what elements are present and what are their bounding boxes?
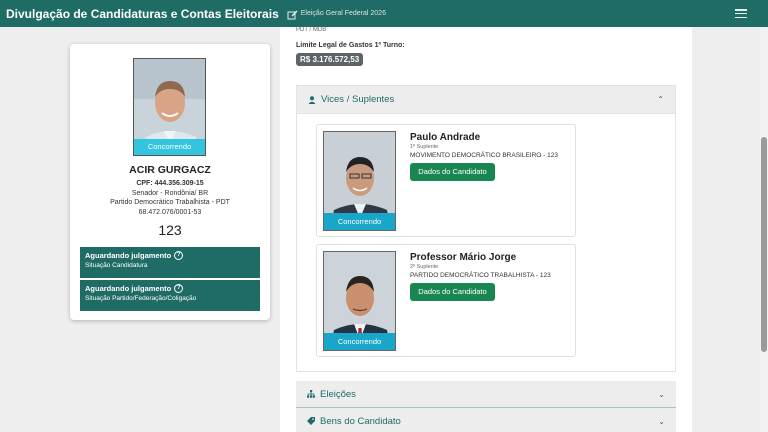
help-icon[interactable]: ?: [174, 284, 184, 293]
candidate-cnpj: 68.472.076/0001-53: [138, 209, 202, 216]
suplente-name: Paulo Andrade: [410, 132, 481, 143]
candidate-details-button[interactable]: Dados do Candidato: [410, 283, 495, 301]
photo-status-label: Concorrendo: [324, 333, 395, 350]
assets-section: Bens do Candidato ⌄: [296, 408, 676, 432]
spending-limit-label: Limite Legal de Gastos 1º Turno:: [296, 42, 405, 49]
status-subtitle: Situação Partido/Federação/Coligação: [85, 295, 197, 302]
vices-section-title: Vices / Suplentes: [321, 94, 395, 105]
elections-section-title: Eleições: [320, 388, 356, 400]
photo-status-label: Concorrendo: [134, 139, 205, 155]
suplente-party: PARTIDO DEMOCRÁTICO TRABALHISTA - 123: [410, 272, 551, 279]
assets-section-title: Bens do Candidato: [320, 415, 401, 427]
vices-section: Vices / Suplentes ⌃ Concorrendo Paulo An…: [296, 85, 676, 372]
suplente-order: 1º Suplente: [410, 144, 439, 150]
suplente-name: Professor Mário Jorge: [410, 252, 517, 263]
chevron-down-icon[interactable]: ⌄: [658, 417, 665, 426]
candidate-party: Partido Democrático Trabalhista - PDT: [110, 199, 230, 206]
status-title: Aguardando julgamento: [85, 284, 172, 293]
election-name[interactable]: Eleição Geral Federal 2026: [301, 10, 386, 17]
party-status-box: Aguardando julgamento? Situação Partido/…: [80, 280, 260, 311]
status-subtitle: Situação Candidatura: [85, 262, 148, 269]
person-icon: [308, 95, 316, 104]
app-title[interactable]: Divulgação de Candidaturas e Contas Elei…: [6, 7, 279, 21]
suplente-photo: Concorrendo: [323, 131, 396, 231]
candidate-card: Concorrendo ACIR GURGACZ CPF: 444.356.30…: [70, 44, 270, 320]
suplente-card: Concorrendo Professor Mário Jorge 2º Sup…: [316, 244, 576, 357]
scrollbar[interactable]: [760, 27, 768, 432]
candidate-details-button[interactable]: Dados do Candidato: [410, 163, 495, 181]
elections-section: Eleições ⌄: [296, 381, 676, 409]
main-panel: PDT / MDB Limite Legal de Gastos 1º Turn…: [280, 27, 692, 432]
candidate-photo: Concorrendo: [133, 58, 206, 156]
coalition-text: PDT / MDB: [296, 27, 327, 33]
suplente-photo: Concorrendo: [323, 251, 396, 351]
help-icon[interactable]: ?: [174, 251, 184, 260]
candidacy-status-box: Aguardando julgamento? Situação Candidat…: [80, 247, 260, 278]
assets-section-header[interactable]: Bens do Candidato ⌄: [296, 408, 676, 432]
vices-section-header[interactable]: Vices / Suplentes ⌃: [297, 86, 675, 114]
candidate-number: 123: [158, 222, 182, 238]
scrollbar-thumb[interactable]: [761, 137, 767, 352]
hamburger-menu-icon[interactable]: [735, 9, 747, 19]
suplente-card: Concorrendo Paulo Andrade 1º Suplente MO…: [316, 124, 576, 237]
suplente-order: 2º Suplente: [410, 264, 439, 270]
spending-limit-badge: R$ 3.176.572,53: [296, 53, 364, 66]
candidate-name: ACIR GURGACZ: [129, 164, 211, 176]
candidate-cargo: Senador - Rondônia/ BR: [131, 190, 209, 197]
chevron-down-icon[interactable]: ⌄: [658, 390, 665, 399]
chevron-up-icon[interactable]: ⌃: [657, 95, 664, 104]
candidate-cpf: CPF: 444.356.309-15: [136, 180, 204, 187]
edit-icon[interactable]: [287, 8, 298, 20]
tag-icon: [307, 417, 315, 425]
top-bar: Divulgação de Candidaturas e Contas Elei…: [0, 0, 768, 27]
suplente-party: MOVIMENTO DEMOCRÁTICO BRASILEIRO - 123: [410, 152, 558, 159]
elections-section-header[interactable]: Eleições ⌄: [296, 381, 676, 409]
sitemap-icon: [307, 390, 315, 398]
status-title: Aguardando julgamento: [85, 251, 172, 260]
photo-status-label: Concorrendo: [324, 213, 395, 230]
